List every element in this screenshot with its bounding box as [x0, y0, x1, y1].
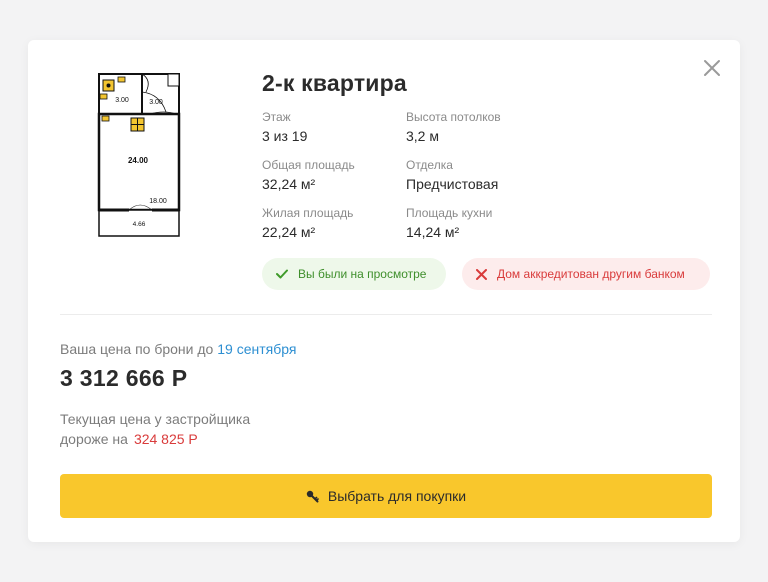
- plan-label-hall: 3.00: [149, 99, 163, 106]
- spec-finish-value: Предчистовая: [406, 176, 499, 192]
- spec-total-area-label: Общая площадь: [262, 158, 355, 172]
- spec-kitchen-area-label: Площадь кухни: [406, 206, 493, 220]
- apartment-title: 2-к квартира: [262, 70, 407, 96]
- close-button[interactable]: [702, 58, 722, 78]
- spec-floor-value: 3 из 19: [262, 128, 308, 144]
- reserve-text: Ваша цена по брони до: [60, 341, 214, 357]
- plan-label-balcony: 4.66: [133, 221, 146, 228]
- apartment-card: 3.00 3.00 24.00 18.00 4.66 2-к квартира …: [28, 40, 740, 542]
- spec-floor-label: Этаж: [262, 110, 291, 124]
- spec-finish: Отделка Предчистовая: [406, 158, 546, 192]
- spec-total-area: Общая площадь 32,24 м²: [262, 158, 402, 192]
- reserve-date: 19 сентября: [217, 341, 297, 357]
- plan-label-bath: 3.00: [115, 97, 129, 104]
- developer-price-note: Текущая цена у застройщика дороже на 324 …: [60, 409, 250, 449]
- close-icon: [704, 60, 720, 76]
- bank-badge-label: Дом аккредитован другим банком: [497, 267, 685, 281]
- select-for-purchase-button[interactable]: Выбрать для покупки: [60, 474, 712, 518]
- select-for-purchase-label: Выбрать для покупки: [327, 488, 467, 504]
- spec-finish-label: Отделка: [406, 158, 453, 172]
- developer-price-diff: 324 825 Р: [133, 431, 198, 447]
- spec-floor: Этаж 3 из 19: [262, 110, 402, 144]
- developer-line-2-text: дороже на: [60, 431, 128, 447]
- spec-kitchen-area-value: 14,24 м²: [406, 224, 460, 240]
- price: 3 312 666 Р: [60, 365, 188, 391]
- spec-ceiling-label: Высота потолков: [406, 110, 501, 124]
- developer-line-1: Текущая цена у застройщика: [60, 411, 251, 427]
- spec-kitchen-area: Площадь кухни 14,24 м²: [406, 206, 546, 240]
- viewed-badge-label: Вы были на просмотре: [298, 267, 427, 281]
- cross-icon: [476, 268, 487, 280]
- plan-label-kitchen: 18.00: [149, 198, 167, 205]
- key-icon: [306, 490, 319, 502]
- divider: [60, 314, 712, 315]
- check-icon: [276, 269, 288, 279]
- spec-ceiling: Высота потолков 3,2 м: [406, 110, 546, 144]
- spec-total-area-value: 32,24 м²: [262, 176, 316, 192]
- viewed-badge: Вы были на просмотре: [262, 258, 446, 290]
- spec-living-area: Жилая площадь 22,24 м²: [262, 206, 402, 240]
- spec-living-area-label: Жилая площадь: [262, 206, 354, 220]
- plan-label-main-room: 24.00: [128, 156, 149, 165]
- spec-living-area-value: 22,24 м²: [262, 224, 316, 240]
- floor-plan: 3.00 3.00 24.00 18.00 4.66: [97, 73, 181, 237]
- developer-line-2: дороже на 324 825 Р: [60, 429, 250, 449]
- spec-ceiling-value: 3,2 м: [406, 128, 439, 144]
- reserve-line: Ваша цена по брони до 19 сентября: [60, 341, 296, 357]
- bank-badge: Дом аккредитован другим банком: [462, 258, 710, 290]
